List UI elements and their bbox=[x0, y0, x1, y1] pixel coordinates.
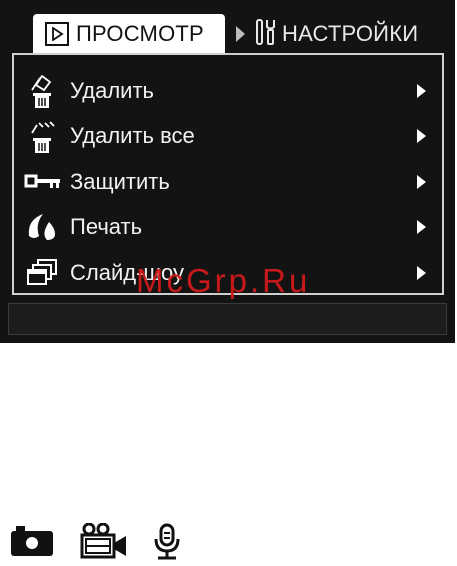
chevron-right-icon bbox=[417, 175, 426, 189]
tab-separator-arrow-icon bbox=[236, 26, 245, 42]
menu-item-label: Удалить все bbox=[70, 123, 195, 148]
slideshow-icon bbox=[22, 254, 64, 292]
watermark: McGrp.Ru bbox=[136, 262, 311, 299]
playback-menu: Удалить Удалить все Защитить Печать Слай… bbox=[12, 53, 444, 295]
menu-item-label: Удалить bbox=[70, 78, 154, 103]
menu-item-delete[interactable]: Удалить bbox=[14, 71, 442, 111]
menu-item-protect[interactable]: Защитить bbox=[14, 162, 442, 202]
video-camera-icon bbox=[80, 522, 128, 564]
tab-playback[interactable]: ПРОСМОТР bbox=[33, 14, 225, 54]
menu-item-print[interactable]: Печать bbox=[14, 207, 442, 247]
delete-icon bbox=[22, 72, 64, 110]
mode-icons bbox=[10, 522, 210, 566]
tab-settings[interactable]: НАСТРОЙКИ bbox=[254, 14, 418, 54]
menu-item-label: Защитить bbox=[70, 169, 170, 194]
status-bar bbox=[8, 303, 447, 335]
tab-playback-label: ПРОСМОТР bbox=[76, 21, 204, 46]
menu-item-delete-all[interactable]: Удалить все bbox=[14, 116, 442, 156]
delete-all-icon bbox=[22, 117, 64, 155]
print-icon bbox=[22, 208, 64, 246]
chevron-right-icon bbox=[417, 266, 426, 280]
chevron-right-icon bbox=[417, 84, 426, 98]
tools-icon bbox=[254, 18, 278, 51]
chevron-right-icon bbox=[417, 129, 426, 143]
microphone-icon bbox=[152, 523, 182, 566]
tab-settings-label: НАСТРОЙКИ bbox=[282, 21, 419, 46]
chevron-right-icon bbox=[417, 220, 426, 234]
menu-item-label: Печать bbox=[70, 214, 143, 239]
key-icon bbox=[22, 163, 64, 201]
camera-icon bbox=[10, 523, 54, 562]
playback-icon bbox=[45, 22, 69, 46]
